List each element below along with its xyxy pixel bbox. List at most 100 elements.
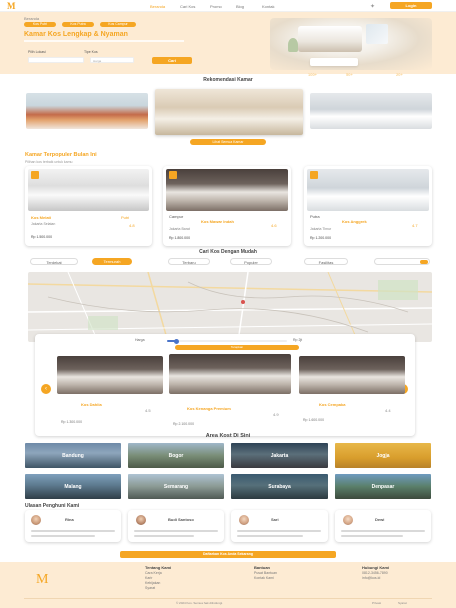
tag-putri[interactable]: Kos Putri xyxy=(24,22,56,27)
map-result-card[interactable]: Kos Cempaka 4.4 Rp 1.600.000 xyxy=(299,356,405,430)
type-select[interactable]: Tipe Kos xyxy=(84,50,134,54)
listing-type: Putri xyxy=(121,215,130,220)
hero-plant xyxy=(288,38,298,52)
nav-link-blog[interactable]: Blog xyxy=(236,4,244,9)
register-cta-button[interactable]: Daftarkan Kos Anda Sekarang xyxy=(120,551,336,558)
footer-link[interactable]: Kontak Kami xyxy=(254,576,274,580)
footer-bottom-link[interactable]: Privasi xyxy=(372,601,381,605)
map-result-name: Kos Cempaka xyxy=(319,402,346,407)
footer-logo: M xyxy=(36,572,49,587)
footer-bottom-link[interactable]: Syarat xyxy=(398,601,407,605)
footer-link[interactable]: Pusat Bantuan xyxy=(254,571,277,575)
tag-putra[interactable]: Kos Putra xyxy=(62,22,94,27)
footer-link[interactable]: info@kos.id xyxy=(362,576,380,580)
footer-divider xyxy=(24,598,432,599)
area-tile[interactable]: Jogja xyxy=(335,443,431,468)
avatar xyxy=(136,515,146,525)
map-result-name: Kos Kenanga Premium xyxy=(187,406,231,411)
nav-link-contact[interactable]: Kontak xyxy=(262,4,274,9)
area-tile[interactable]: Denpasar xyxy=(335,474,431,499)
map-result-image xyxy=(57,356,163,394)
filters-heading: Cari Kos Dengan Mudah xyxy=(199,249,257,255)
map-result-card[interactable]: Kos Kenanga Premium 4.9 Rp 2.100.000 xyxy=(169,354,291,432)
globe-icon[interactable]: ✦ xyxy=(370,3,375,10)
hero: Beranda Kos Putri Kos Putra Kos Campur K… xyxy=(0,12,456,74)
map-result-name: Kos Dahlia xyxy=(81,402,102,407)
nav-link-promo[interactable]: Promo xyxy=(210,4,222,9)
area-tile[interactable]: Malang xyxy=(25,474,121,499)
gallery-image-left[interactable] xyxy=(26,93,148,129)
footer-link[interactable]: Syarat xyxy=(145,586,155,590)
hero-stat-badge xyxy=(310,58,358,66)
price-field-label: Harga xyxy=(93,59,102,63)
footer-link[interactable]: Karir xyxy=(145,576,152,580)
map-result-price: Rp 1.600.000 xyxy=(303,418,325,422)
footer-link[interactable]: Kebijakan xyxy=(145,581,160,585)
testimonial-text xyxy=(31,530,115,532)
filter-chip[interactable]: Terdekat xyxy=(30,258,78,265)
area-tile[interactable]: Surabaya xyxy=(231,474,328,499)
location-select[interactable]: Pilih Lokasi xyxy=(28,50,78,54)
price-field[interactable]: Harga xyxy=(90,57,134,63)
listing-price: Rp 1.200.000 xyxy=(310,236,332,240)
location-field[interactable] xyxy=(28,57,84,63)
footer-col-title: Hubungi Kami xyxy=(362,565,390,570)
footer-link[interactable]: 0812-3456-7890 xyxy=(362,571,388,575)
area-tile[interactable]: Bandung xyxy=(25,443,121,468)
filter-chip[interactable]: Fasilitas xyxy=(304,258,348,265)
map-result-card[interactable]: Kos Dahlia 4.5 Rp 1.300.000 xyxy=(57,356,163,430)
carousel-prev-icon[interactable]: ‹ xyxy=(41,384,51,394)
listing-card[interactable]: Campur Kos Mawar Indah Jakarta Barat 4.6… xyxy=(163,166,291,246)
gallery-pager[interactable]: Lihat Semua Kamar xyxy=(190,139,266,145)
filter-chip[interactable]: Populer xyxy=(230,258,272,265)
area-tile[interactable]: Semarang xyxy=(128,474,224,499)
testimonial-name: Rina xyxy=(65,517,74,522)
nav-link-home[interactable]: Beranda xyxy=(150,4,165,9)
listing-card[interactable]: Putra Kos Anggrek Jakarta Timur 4.7 Rp 1… xyxy=(304,166,432,246)
areas-heading: Area Kost Di Sini xyxy=(205,433,251,439)
hero-underline xyxy=(24,40,184,42)
nav-link-search[interactable]: Cari Kos xyxy=(180,4,195,9)
avatar xyxy=(239,515,249,525)
listing-name: Kos Mawar Indah xyxy=(201,219,234,224)
map-result-rating: 4.9 xyxy=(273,412,279,417)
search-button[interactable]: Cari xyxy=(152,57,192,64)
filter-toggle[interactable] xyxy=(374,258,430,265)
gallery-image-center[interactable] xyxy=(155,89,303,135)
login-button[interactable]: Login xyxy=(390,2,432,9)
filter-chip[interactable]: Termurah xyxy=(92,258,132,265)
listing-type: Campur xyxy=(169,214,184,219)
listing-card[interactable]: Kos Melati Putri Jakarta Selatan 4.8 Rp … xyxy=(25,166,152,246)
listing-image xyxy=(166,169,288,211)
testimonial-text xyxy=(341,530,425,532)
listing-rating: 4.6 xyxy=(271,223,277,228)
listing-image xyxy=(307,169,429,211)
listing-price: Rp 1.800.000 xyxy=(169,236,191,240)
filter-chip[interactable]: Terbaru xyxy=(168,258,210,265)
area-tile[interactable]: Bogor xyxy=(128,443,224,468)
listing-type: Putra xyxy=(310,214,320,219)
listing-rating: 4.7 xyxy=(412,223,418,228)
map-result-image xyxy=(299,356,405,394)
avatar xyxy=(343,515,353,525)
area-tile[interactable]: Jakarta xyxy=(231,443,328,468)
map-view[interactable] xyxy=(28,272,432,342)
apply-filter-button[interactable]: Terapkan xyxy=(175,345,299,350)
listing-badge xyxy=(31,171,39,179)
footer-link[interactable]: Cara Kerja xyxy=(145,571,162,575)
gallery-image-right[interactable] xyxy=(310,93,432,129)
listing-price: Rp 1.500.000 xyxy=(31,235,53,239)
range-label-min: Harga xyxy=(135,338,145,342)
testimonial-text xyxy=(134,535,194,537)
slider-handle[interactable] xyxy=(174,338,180,344)
price-range-slider[interactable] xyxy=(167,338,287,344)
listing-name: Kos Anggrek xyxy=(342,219,367,224)
map-result-rating: 4.5 xyxy=(145,408,151,413)
listing-badge xyxy=(310,171,318,179)
testimonial-name: Budi Santoso xyxy=(168,517,194,522)
listing-location: Jakarta Timur xyxy=(310,227,332,231)
breadcrumb[interactable]: Beranda xyxy=(24,16,39,21)
tag-campur[interactable]: Kos Campur xyxy=(100,22,136,27)
brand-logo[interactable]: M xyxy=(7,1,16,11)
map-result-price: Rp 1.300.000 xyxy=(61,420,83,424)
